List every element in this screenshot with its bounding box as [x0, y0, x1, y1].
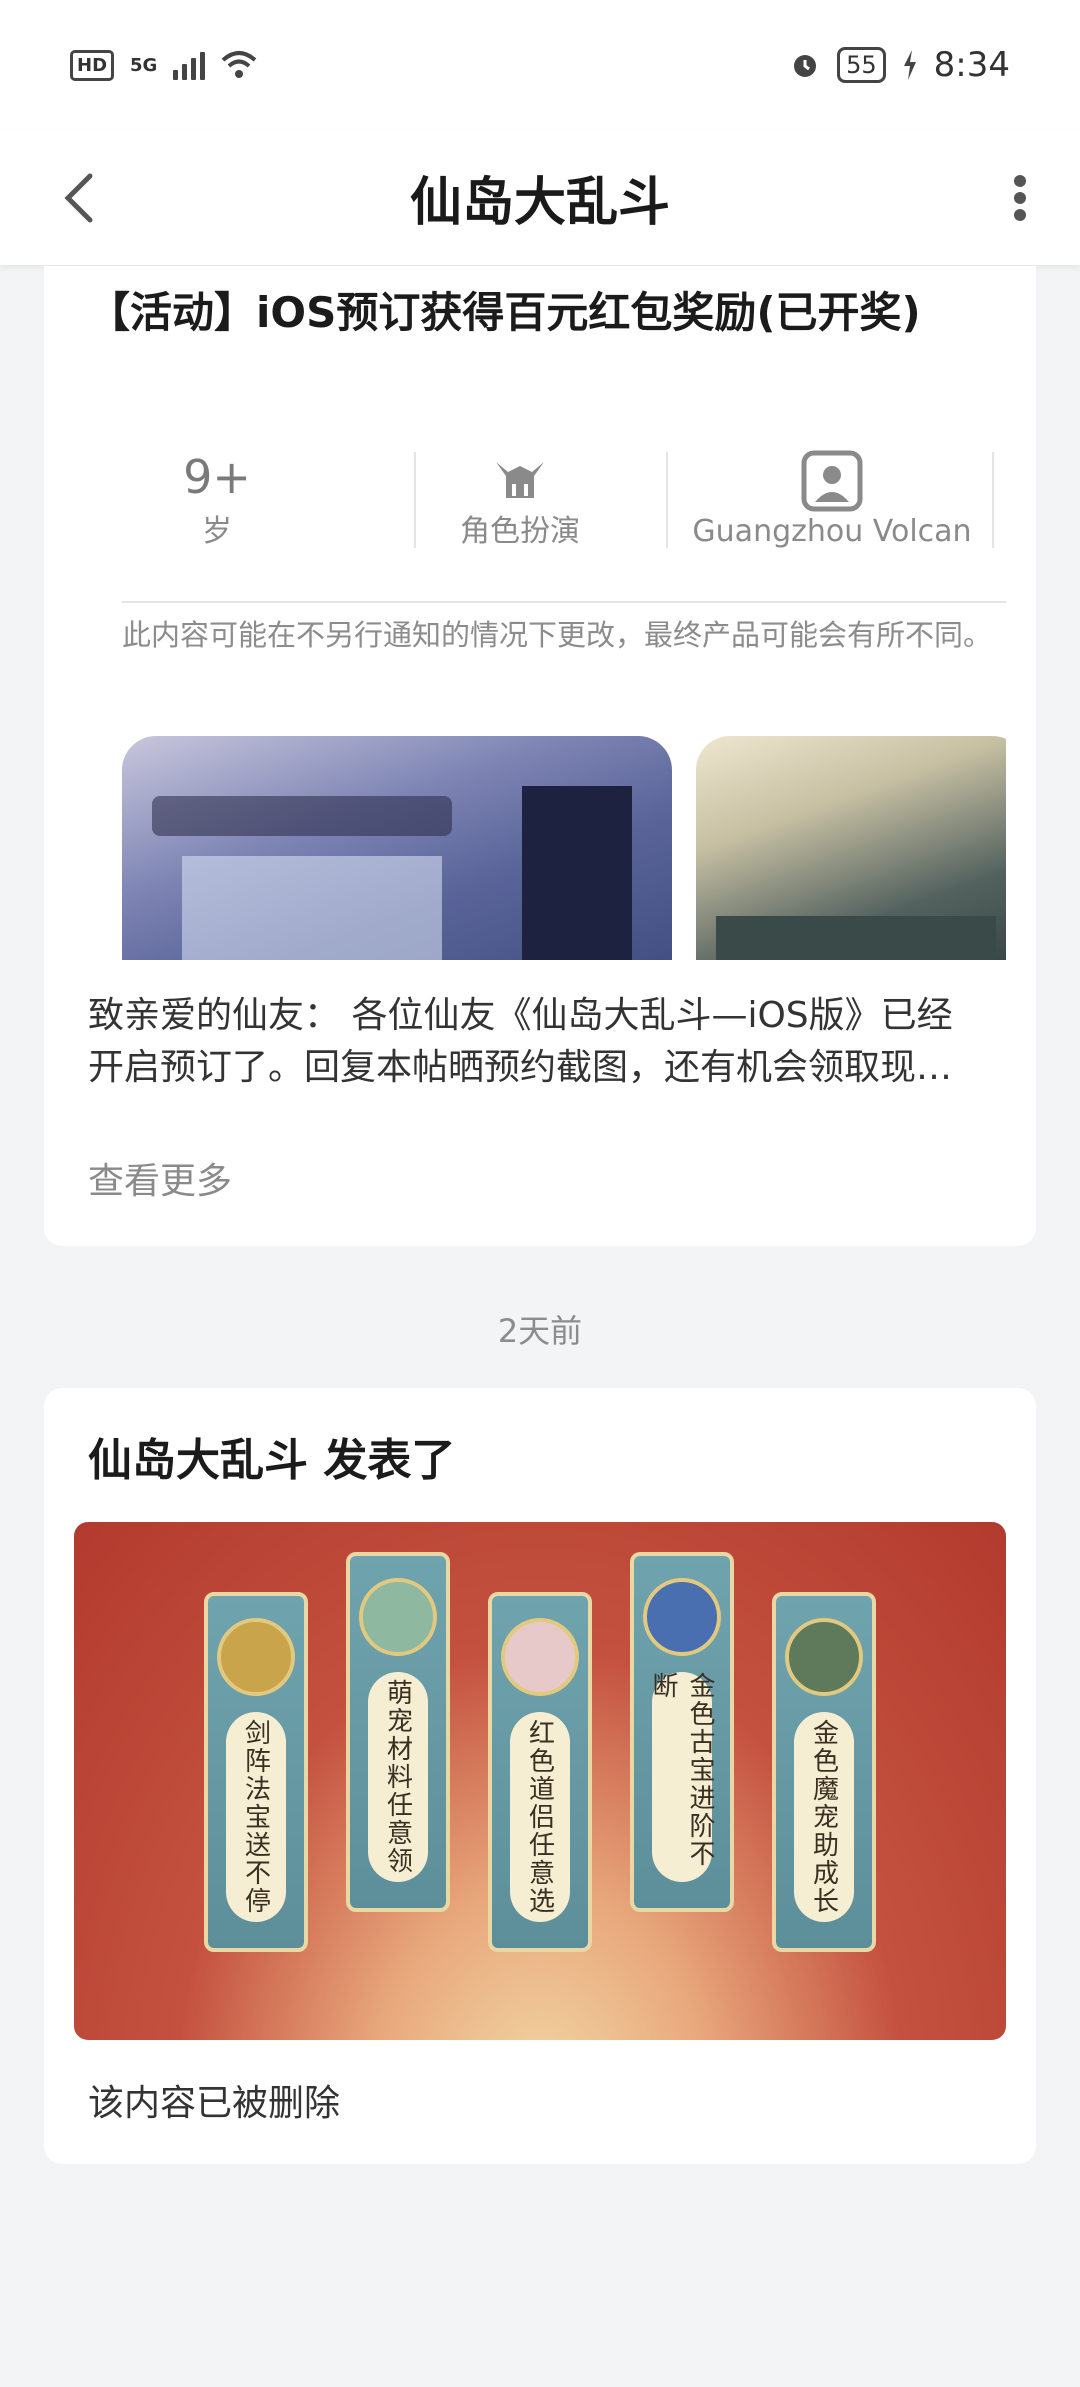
helmet-icon	[420, 442, 620, 512]
screenshot-panel	[522, 786, 632, 960]
divider	[414, 452, 416, 548]
scroll-text: 萌宠材料任意领	[368, 1672, 428, 1882]
post-excerpt: 致亲爱的仙友： 各位仙友《仙岛大乱斗—iOS版》已经开启预订了。回复本帖晒预约截…	[88, 995, 953, 1088]
banner-scroll: 金色古宝进阶不断	[630, 1552, 734, 1912]
post-card[interactable]: 仙岛大乱斗 发表了 剑阵法宝送不停 萌宠材料任意领 红色道侣任意选 金色古宝进阶…	[44, 1388, 1036, 2164]
medal-icon	[359, 1578, 437, 1656]
status-right: 55 8:34	[789, 45, 1010, 85]
banner-scroll: 萌宠材料任意领	[346, 1552, 450, 1912]
scroll-text: 金色古宝进阶不断	[648, 1672, 715, 1882]
person-icon	[682, 442, 982, 512]
battery-level: 55	[837, 47, 886, 83]
wifi-icon	[222, 51, 257, 78]
banner-scroll: 金色魔宠助成长	[772, 1592, 876, 1952]
signal-icon	[173, 50, 206, 80]
age-rating-value: 9+	[183, 450, 251, 504]
disclaimer-text: 此内容可能在不另行通知的情况下更改，最终产品可能会有所不同。	[122, 618, 993, 652]
screenshot-cards	[716, 916, 996, 960]
status-bar: HD 5G 55 8:34	[0, 0, 1080, 130]
post-title: 仙岛大乱斗 发表了	[88, 1435, 456, 1486]
medal-icon	[785, 1618, 863, 1696]
app-info-row: 9+ 岁 角色扮演 Guangzhou Volcan	[122, 442, 1006, 562]
medal-icon	[501, 1618, 579, 1696]
post-card[interactable]: 【活动】iOS预订获得百元红包奖励(已开奖) 9+ 岁 角色扮演 Guangzh…	[44, 266, 1036, 1246]
deleted-content-note: 该内容已被删除	[88, 2083, 341, 2124]
banner-scroll: 红色道侣任意选	[488, 1592, 592, 1952]
post-title[interactable]: 【活动】iOS预订获得百元红包奖励(已开奖)	[88, 284, 988, 342]
age-rating: 9+ 岁	[122, 442, 312, 562]
back-button[interactable]	[40, 158, 120, 238]
scroll-text: 金色魔宠助成长	[794, 1712, 854, 1922]
chevron-left-icon	[64, 173, 93, 223]
page-title: 仙岛大乱斗	[409, 173, 670, 233]
category-label: 角色扮演	[460, 514, 580, 549]
scroll-text: 剑阵法宝送不停	[226, 1712, 286, 1922]
alarm-icon	[794, 55, 817, 77]
screenshot-1[interactable]	[122, 736, 672, 960]
more-button[interactable]	[990, 158, 1050, 238]
event-banner[interactable]: 剑阵法宝送不停 萌宠材料任意领 红色道侣任意选 金色古宝进阶不断 金色魔宠助成长	[74, 1522, 1006, 2040]
age-rating-label: 岁	[202, 514, 232, 549]
divider	[122, 601, 1006, 603]
developer: Guangzhou Volcan	[682, 442, 982, 562]
screenshot-bar	[152, 796, 452, 836]
status-left: HD 5G	[70, 49, 257, 81]
divider	[666, 452, 668, 548]
medal-icon	[643, 1578, 721, 1656]
developer-label: Guangzhou Volcan	[692, 514, 972, 549]
banner-scroll: 剑阵法宝送不停	[204, 1592, 308, 1952]
screenshot-carousel[interactable]	[122, 736, 1006, 960]
hd-badge: HD	[70, 49, 115, 81]
timestamp: 2天前	[497, 1312, 583, 1350]
app-header: 仙岛大乱斗	[0, 130, 1080, 265]
screenshot-2[interactable]	[696, 736, 1006, 960]
charging-icon	[903, 50, 916, 80]
category: 角色扮演	[420, 442, 620, 562]
divider	[992, 452, 994, 548]
more-vertical-icon	[1014, 175, 1026, 221]
view-more-link[interactable]: 查看更多	[88, 1152, 232, 1204]
medal-icon	[217, 1618, 295, 1696]
network-label: 5G	[130, 54, 158, 76]
clock-time: 8:34	[933, 45, 1010, 85]
scroll-text: 红色道侣任意选	[510, 1712, 570, 1922]
screenshot-scene	[182, 856, 442, 960]
